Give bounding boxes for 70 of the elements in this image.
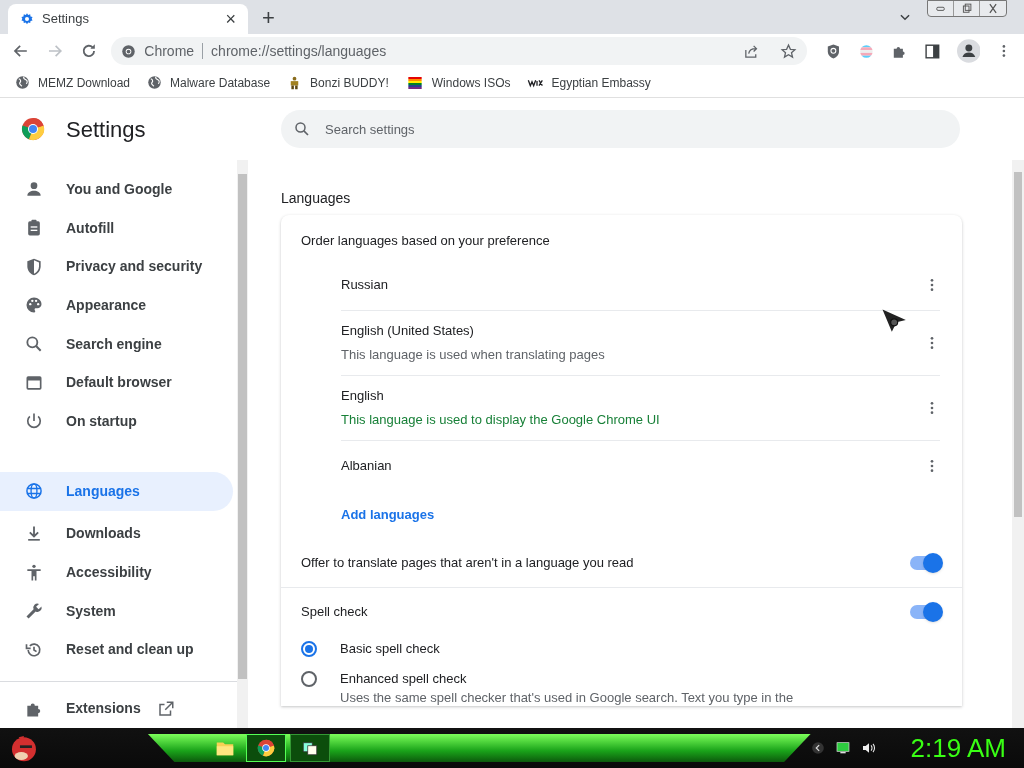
address-bar[interactable]: Chrome chrome://settings/languages <box>111 37 808 65</box>
language-name: English <box>341 387 385 405</box>
new-tab-button[interactable]: + <box>262 7 275 29</box>
sidebar-item[interactable]: Downloads <box>0 514 237 554</box>
toggle-switch[interactable] <box>910 605 942 619</box>
sidebar-item[interactable]: Appearance <box>0 286 237 325</box>
globe-icon <box>24 481 44 502</box>
sidebar-item[interactable]: Languages <box>0 471 233 511</box>
sidebar-item[interactable]: Default browser <box>0 363 237 403</box>
external-link-icon <box>156 699 175 718</box>
sidebar-item[interactable]: Privacy and security <box>0 247 237 287</box>
tab-title: Settings <box>42 10 90 29</box>
star-icon[interactable] <box>780 42 798 60</box>
sidebar-item[interactable]: Search engine <box>0 324 237 364</box>
language-name: Albanian <box>341 456 393 475</box>
toggle-switch[interactable] <box>910 555 942 570</box>
radio-button[interactable] <box>301 670 317 687</box>
add-languages-link[interactable]: Add languages <box>281 490 962 539</box>
tab-close-button[interactable]: × <box>225 10 236 28</box>
side-panel-icon[interactable] <box>923 42 941 60</box>
monitor-icon[interactable] <box>834 740 851 756</box>
sidebar-item[interactable]: You and Google <box>0 170 237 209</box>
page-title: Settings <box>66 115 146 144</box>
language-name: Russian <box>341 276 389 295</box>
option-label: Enhanced spell check <box>340 670 468 687</box>
globe-icon <box>147 75 163 90</box>
section-title: Languages <box>281 189 352 206</box>
history-icon <box>24 640 44 660</box>
shield-icon <box>24 256 44 277</box>
search-icon <box>293 120 311 138</box>
page-scrollbar[interactable] <box>1012 160 1024 728</box>
sidebar-scrollbar[interactable] <box>237 160 248 728</box>
language-name: English (United States) <box>341 322 475 340</box>
order-label: Order languages based on your preference <box>300 232 551 250</box>
radio-button[interactable] <box>301 640 317 657</box>
option-description: Uses the same spell checker that's used in Google search. Text you type in the <box>340 689 794 706</box>
chrome-taskbar-button[interactable] <box>245 734 286 762</box>
chevron-left-icon[interactable] <box>810 741 825 755</box>
language-note: This language is used to display the Google Chrome UI <box>341 410 661 429</box>
sidebar-item[interactable]: Accessibility <box>0 553 237 592</box>
sidebar-item[interactable]: On startup <box>0 402 237 441</box>
bookmark[interactable]: Malware Database <box>147 73 271 92</box>
bookmark[interactable]: Windows ISOs <box>405 73 511 92</box>
extensions-link[interactable]: Extensions <box>0 689 237 728</box>
sidebar-item[interactable]: Autofill <box>0 208 237 248</box>
sidebar-item[interactable]: System <box>0 591 237 631</box>
globe-icon <box>15 75 30 90</box>
back-icon[interactable] <box>12 42 30 60</box>
url-text: chrome://settings/languages <box>211 41 388 61</box>
documents-icon <box>300 739 319 757</box>
toggle-label: Offer to translate pages that aren't in a language you read <box>301 553 635 572</box>
taskbar-clock[interactable]: 2:19 AM <box>910 735 1006 761</box>
sidebar-item[interactable]: Reset and clean up <box>0 630 237 670</box>
bookmark[interactable]: MEMZ Download <box>15 73 131 92</box>
bookmark[interactable]: Egyptian Embassy <box>527 73 651 92</box>
chrome-logo-icon <box>21 117 45 141</box>
site-label: Chrome <box>144 41 195 61</box>
option-label: Basic spell check <box>340 640 440 657</box>
bookmark[interactable]: Bonzi BUDDY! <box>287 73 389 92</box>
chrome-icon <box>121 43 137 59</box>
browser-tab[interactable]: Settings × <box>8 4 248 34</box>
documents-taskbar-button[interactable] <box>289 734 330 762</box>
chrome-icon <box>256 739 275 757</box>
rainbow-flag-icon <box>405 74 424 91</box>
search-field[interactable]: Search settings <box>281 110 960 148</box>
gear-icon <box>20 12 34 26</box>
profile-avatar-icon[interactable] <box>956 39 981 63</box>
accessibility-icon <box>24 562 44 583</box>
language-note: This language is used when translating pages <box>341 345 606 364</box>
toggle-label: Spell check <box>301 603 369 622</box>
